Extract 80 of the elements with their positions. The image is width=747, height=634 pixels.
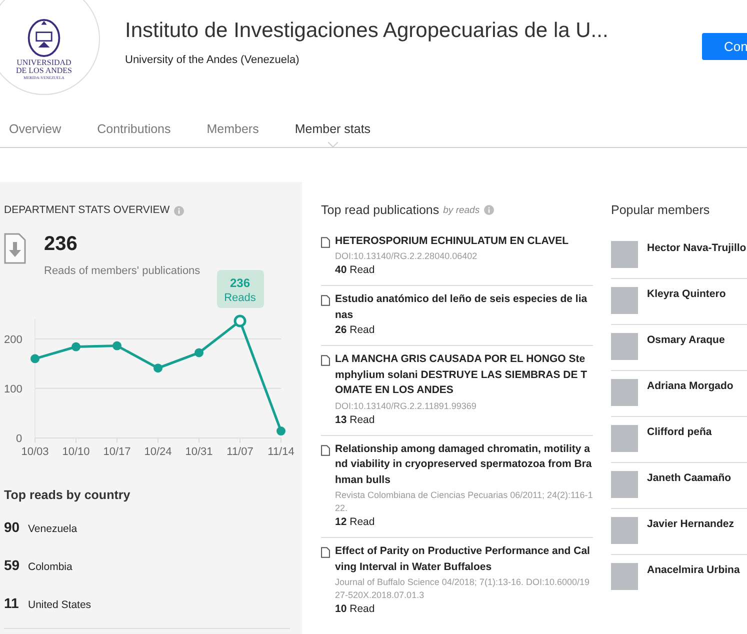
tab[interactable]: Overview <box>9 120 62 147</box>
logo-text: UNIVERSIDAD <box>16 59 72 67</box>
publication-title[interactable]: Relationship among damaged chromatin, motility and viability in cryopreserved spermatozoa from Brahman bulls <box>335 442 593 488</box>
document-icon <box>321 547 330 558</box>
section-heading: Top read publications <box>321 202 440 219</box>
document-icon <box>321 444 330 456</box>
section-heading: Top reads by country <box>4 487 132 504</box>
data-point[interactable] <box>276 426 286 436</box>
axis-label: 11/14 <box>268 446 294 458</box>
member-name[interactable]: Kleyra Quintero <box>647 286 726 324</box>
axis-label: 100 <box>4 384 22 396</box>
avatar-placeholder[interactable] <box>611 516 638 544</box>
publication-meta: Revista Colombiana de Ciencias Pecuarias 06/2011; 24(2):116-122. <box>335 489 593 516</box>
tab[interactable]: Members <box>206 120 259 147</box>
avatar-placeholder[interactable] <box>611 424 638 452</box>
axis-label: 10/24 <box>144 446 172 458</box>
document-icon <box>321 295 330 306</box>
tab[interactable]: Contributions <box>97 120 171 147</box>
publication-meta: Journal of Buffalo Science 04/2018; 7(1):13-16. DOI:10.6000/1927-520X.2018.07.01.3 <box>335 576 591 602</box>
axis-label: 10/03 <box>21 446 49 458</box>
axis-label: 10/10 <box>62 446 90 458</box>
axis-label: 10/17 <box>103 446 131 458</box>
country-name: Venezuela <box>28 522 78 537</box>
country-name: United States <box>28 598 92 613</box>
info-icon[interactable] <box>484 205 494 216</box>
total-reads: 236 <box>44 232 78 255</box>
read-count: 26 Read <box>335 323 376 338</box>
publication-title[interactable]: Estudio anatómico del leño de seis especies de lianas <box>335 292 593 324</box>
crest-icon <box>25 19 63 57</box>
logo-text: DE LOS ANDES <box>16 67 72 75</box>
download-icon <box>4 232 26 264</box>
info-icon[interactable] <box>174 206 184 216</box>
chart-tooltip: 236 Reads <box>217 270 264 308</box>
document-icon <box>321 355 330 366</box>
section-heading: Popular members <box>611 202 711 219</box>
axis-label: 0 <box>16 433 22 446</box>
member-name[interactable]: Clifford peña <box>647 424 712 462</box>
axis-label: 10/31 <box>185 446 213 458</box>
total-reads-label: Reads of members' publications <box>44 264 200 279</box>
data-point[interactable] <box>112 342 122 351</box>
avatar-placeholder[interactable] <box>611 240 638 268</box>
avatar-placeholder[interactable] <box>611 378 638 406</box>
section-heading: DEPARTMENT STATS OVERVIEW <box>4 203 170 218</box>
highlighted-point[interactable] <box>234 314 246 328</box>
read-count: 12 Read <box>335 515 376 530</box>
read-count: 40 Read <box>335 263 376 278</box>
tab[interactable]: Member stats <box>294 120 371 147</box>
publication-title[interactable]: LA MANCHA GRIS CAUSADA POR EL HONGO Stemphylium solani DESTRUYE LAS SIEMBRAS DE TOMATE EN LOS ANDES <box>335 352 593 399</box>
publication-title[interactable]: HETEROSPORIUM ECHINULATUM EN CLAVEL <box>335 234 593 250</box>
member-name[interactable]: Javier Hernandez <box>647 516 734 554</box>
country-count: 11 <box>4 594 20 613</box>
axis-label: 11/07 <box>226 446 254 458</box>
page-title: Instituto de Investigaciones Agropecuarias de la U... <box>125 18 608 44</box>
member-name[interactable]: Anacelmira Urbina <box>647 562 740 601</box>
avatar-placeholder[interactable] <box>611 332 638 360</box>
series-label: Reads <box>224 292 256 304</box>
publication-meta: DOI:10.13140/RG.2.2.28040.06402 <box>335 250 478 264</box>
data-point[interactable] <box>72 342 80 352</box>
data-point[interactable] <box>154 364 162 373</box>
publication-title[interactable]: Effect of Parity on Productive Performance and Calving Interval in Water Buffaloes <box>335 544 593 576</box>
read-count: 13 Read <box>335 412 376 428</box>
affiliation: University of the Andes (Venezuela) <box>125 53 300 68</box>
read-count: 10 Read <box>335 602 376 618</box>
publication-meta: DOI:10.13140/RG.2.2.11891.99369 <box>335 400 478 413</box>
member-name[interactable]: Hector Nava-Trujillo <box>647 240 746 278</box>
country-count: 59 <box>4 556 21 575</box>
data-point[interactable] <box>30 354 40 364</box>
document-icon <box>321 236 330 248</box>
action-button[interactable]: Con <box>702 33 747 60</box>
avatar-placeholder[interactable] <box>611 286 638 314</box>
data-point[interactable] <box>194 348 204 358</box>
sort-label: by reads <box>443 204 480 218</box>
avatar-placeholder[interactable] <box>611 470 638 498</box>
member-name[interactable]: Adriana Morgado <box>647 378 734 416</box>
country-count: 90 <box>4 518 21 537</box>
member-name[interactable]: Osmary Araque <box>647 332 725 370</box>
avatar-placeholder[interactable] <box>611 562 638 590</box>
country-name: Colombia <box>28 560 72 575</box>
axis-label: 200 <box>4 334 22 346</box>
member-name[interactable]: Janeth Caamaño <box>647 470 732 508</box>
